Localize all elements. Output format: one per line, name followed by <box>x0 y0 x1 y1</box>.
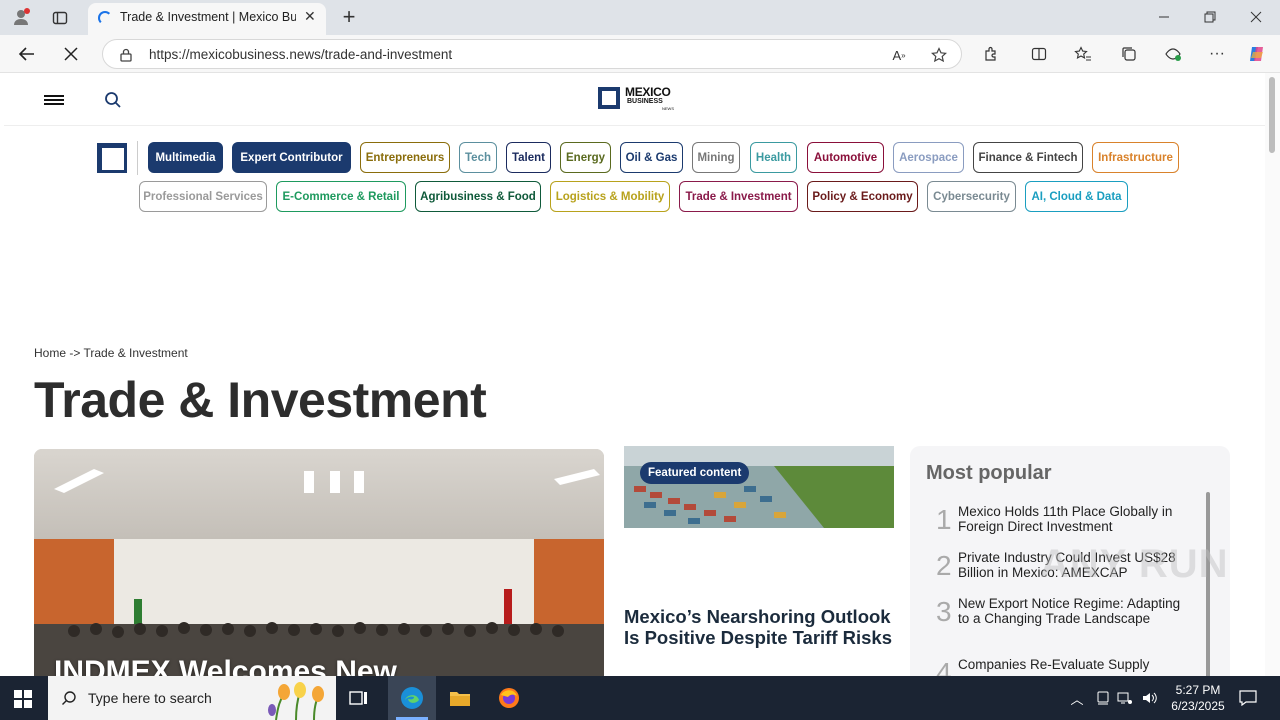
file-explorer-icon[interactable] <box>448 687 472 709</box>
category-chip[interactable]: Entrepreneurs <box>360 142 450 173</box>
address-bar[interactable]: https://mexicobusiness.news/trade-and-in… <box>102 39 962 69</box>
brand-mark-icon[interactable] <box>97 143 127 173</box>
search-icon[interactable] <box>102 89 124 111</box>
featured-article-title[interactable]: Mexico’s Nearshoring Outlook Is Positive… <box>624 606 894 648</box>
popular-title[interactable]: Mexico Holds 11th Place Globally in Fore… <box>958 504 1194 534</box>
category-chip[interactable]: Professional Services <box>139 181 267 212</box>
popular-rank: 4 <box>936 657 952 676</box>
watermark: ANY RUN <box>1040 542 1229 586</box>
logo-line3: NEWS <box>662 106 674 111</box>
hero-headline[interactable]: INDMEX Welcomes New <box>54 655 397 676</box>
category-chip[interactable]: E-Commerce & Retail <box>276 181 406 212</box>
category-chip[interactable]: Multimedia <box>148 142 223 173</box>
page-title: Trade & Investment <box>34 372 487 428</box>
site-info-icon[interactable] <box>117 46 135 64</box>
close-window-button[interactable] <box>1246 7 1266 27</box>
tulips-icon <box>268 682 324 720</box>
breadcrumb: Home -> Trade & Investment <box>34 346 188 360</box>
favorites-icon[interactable] <box>1072 43 1094 65</box>
category-chip[interactable]: Finance & Fintech <box>973 142 1083 173</box>
featured-article-image[interactable]: Featured content <box>624 446 894 528</box>
category-chip[interactable]: Energy <box>560 142 611 173</box>
clock-time: 5:27 PM <box>1175 683 1221 697</box>
category-chip[interactable]: Mining <box>692 142 740 173</box>
read-aloud-icon[interactable]: A» <box>889 45 909 65</box>
page-scrollbar[interactable] <box>1265 73 1280 676</box>
category-chip[interactable]: Infrastructure <box>1092 142 1179 173</box>
url-text: https://mexicobusiness.news/trade-and-in… <box>149 47 453 62</box>
category-chip[interactable]: Agribusiness & Food <box>415 181 541 212</box>
close-tab-icon[interactable]: ✕ <box>304 8 316 25</box>
category-chip[interactable]: Oil & Gas <box>620 142 683 173</box>
task-view-icon[interactable] <box>348 687 370 709</box>
hero-article-image[interactable]: INDMEX Welcomes New <box>34 449 604 676</box>
category-chip[interactable]: Tech <box>459 142 497 173</box>
popular-rank: 1 <box>936 504 952 535</box>
site-logo[interactable]: MEXICO BUSINESS NEWS <box>598 85 688 113</box>
logo-line1: MEXICO <box>625 85 671 99</box>
favorite-star-icon[interactable] <box>929 45 949 65</box>
extensions-icon[interactable] <box>980 43 1002 65</box>
tray-device-icon[interactable] <box>1094 689 1112 707</box>
category-divider <box>137 141 138 175</box>
browser-titlebar: Trade & Investment | Mexico Business ✕ + <box>0 0 1280 35</box>
split-screen-icon[interactable] <box>1028 43 1050 65</box>
category-chip[interactable]: Health <box>750 142 797 173</box>
edge-icon <box>400 686 424 710</box>
category-chip[interactable]: Talent <box>506 142 551 173</box>
notifications-icon[interactable] <box>1238 688 1258 708</box>
featured-photo <box>624 446 894 528</box>
volume-icon[interactable] <box>1140 689 1160 707</box>
tab-actions-icon[interactable] <box>50 8 70 28</box>
scrollbar-thumb[interactable] <box>1269 77 1275 153</box>
popular-title[interactable]: Companies Re-Evaluate Supply <box>958 657 1194 672</box>
popular-rank: 3 <box>936 596 952 627</box>
category-chip[interactable]: Automotive <box>807 142 884 173</box>
search-placeholder: Type here to search <box>88 690 212 706</box>
hero-photo <box>34 449 604 676</box>
category-chip[interactable]: Logistics & Mobility <box>550 181 670 212</box>
category-chip[interactable]: Policy & Economy <box>807 181 918 212</box>
category-chip[interactable]: Trade & Investment <box>679 181 798 212</box>
system-clock[interactable]: 5:27 PM 6/23/2025 <box>1170 682 1226 714</box>
search-icon <box>60 689 78 707</box>
new-tab-button[interactable]: + <box>338 4 360 29</box>
category-chip[interactable]: Expert Contributor <box>232 142 351 173</box>
popular-rank: 2 <box>936 550 952 581</box>
category-chip[interactable]: Aerospace <box>893 142 964 173</box>
most-popular-heading: Most popular <box>926 462 1052 484</box>
tab-title: Trade & Investment | Mexico Business <box>120 10 296 24</box>
taskbar-edge-button[interactable] <box>388 676 436 720</box>
windows-start-icon[interactable] <box>12 688 34 710</box>
firefox-icon[interactable] <box>497 686 521 710</box>
category-chip[interactable]: Cybersecurity <box>927 181 1016 212</box>
browser-toolbar: https://mexicobusiness.news/trade-and-in… <box>0 35 1280 73</box>
featured-badge: Featured content <box>640 462 750 484</box>
logo-mark <box>598 87 620 109</box>
category-chip[interactable]: AI, Cloud & Data <box>1025 181 1128 212</box>
profile-icon[interactable] <box>10 6 32 28</box>
taskbar: Type here to search ︿ 5:27 PM 6/23/2025 <box>0 676 1280 720</box>
taskbar-search-box[interactable]: Type here to search <box>48 676 336 720</box>
stop-loading-icon[interactable] <box>60 43 82 65</box>
tray-chevron-icon[interactable]: ︿ <box>1068 689 1086 707</box>
collections-icon[interactable] <box>1118 43 1140 65</box>
site-header: MEXICO BUSINESS NEWS <box>4 73 1265 126</box>
minimize-button[interactable] <box>1154 7 1174 27</box>
back-icon[interactable] <box>16 43 38 65</box>
menu-icon[interactable] <box>44 95 64 105</box>
restore-button[interactable] <box>1200 7 1220 27</box>
network-icon[interactable] <box>1116 689 1134 707</box>
popular-title[interactable]: New Export Notice Regime: Adapting to a … <box>958 596 1194 626</box>
clock-date: 6/23/2025 <box>1171 699 1225 713</box>
more-menu-icon[interactable]: ··· <box>1206 43 1228 65</box>
active-tab[interactable]: Trade & Investment | Mexico Business ✕ <box>88 3 326 35</box>
browser-essentials-icon[interactable] <box>1162 43 1184 65</box>
copilot-icon[interactable] <box>1246 43 1268 65</box>
loading-spinner-icon <box>98 11 112 25</box>
logo-line2: BUSINESS <box>627 98 663 105</box>
